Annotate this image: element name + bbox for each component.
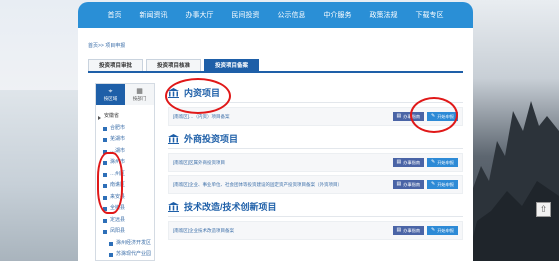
sidebar-item-fengyang[interactable]: 凤阳县 [96,226,154,238]
sidebar-item-dingyuan[interactable]: 定远县 [96,215,154,227]
project-row: [南谯区]企业、事业单位、社会团体等投资建设的固定资产投资项目备案（外资项目） … [168,175,463,194]
nav-service-hall[interactable]: 办事大厅 [186,10,214,20]
section-tech-title: 技术改造/技术创新项目 [184,202,277,212]
arrow-up-icon: ⇧ [539,204,548,214]
guide-icon: ▤ [396,159,402,165]
edit-icon: ✎ [431,227,436,233]
sidebar-item-hefei[interactable]: 合肥市 [96,123,154,135]
guide-button[interactable]: ▤ 办事指南 [392,158,425,167]
annotation-circle [165,78,231,114]
back-to-top-button[interactable]: ⇧ [536,202,551,217]
edit-icon: ✎ [431,159,436,165]
tab-approval[interactable]: 投资项目审批 [88,59,144,71]
start-application-button[interactable]: ✎ 开始申报 [427,158,458,167]
building-icon [168,133,179,144]
section-title: 外商投资项目 [168,129,463,149]
start-label: 开始申报 [437,160,454,165]
sidebar-item-dev-zone[interactable]: 滁州经济开发区 [96,238,154,250]
project-name[interactable]: [南谯区]企业技术改造项目备案 [173,227,363,234]
sidebar-item-anhui[interactable]: 安徽省 [96,111,154,123]
start-application-button[interactable]: ✎ 开始申报 [427,226,458,235]
by-department-label: 按部门 [132,95,147,101]
edit-icon: ✎ [431,181,436,187]
section-foreign-title: 外商投资项目 [184,134,239,144]
guide-button[interactable]: ▤ 办事指南 [392,180,425,189]
start-label: 开始申报 [437,182,454,187]
start-label: 开始申报 [437,228,454,233]
guide-icon: ▤ [396,113,402,119]
mountain-scenery [467,101,559,261]
by-region-button[interactable]: ⌖ 按区域 [96,84,125,105]
nav-home[interactable]: 首页 [108,10,122,20]
guide-icon: ▤ [396,181,402,187]
main-panel: 首页>> 项目申报 投资项目审批 投资项目核准 投资项目备案 ⌖ 按区域 ▦ 按… [78,28,473,261]
project-name[interactable]: [南谯区]企业、事业单位、社会团体等投资建设的固定资产投资项目备案（外资项目） [173,181,363,188]
map-pin-icon: ⌖ [108,87,113,95]
by-department-button[interactable]: ▦ 按部门 [125,84,154,105]
project-row: [南谯区]企业技术改造项目备案 ▤ 办事指南 ✎ 开始申报 [168,221,463,240]
guide-icon: ▤ [396,227,402,233]
nav-public-info[interactable]: 公示信息 [278,10,306,20]
sidebar-item-industrial-park[interactable]: 苏滁现代产业园 [96,249,154,261]
nav-downloads[interactable]: 下载专区 [416,10,444,20]
project-name[interactable]: [南谯区]区属外商投资项目 [173,159,363,166]
building-icon [168,201,179,212]
org-icon: ▦ [136,87,143,95]
nav-agency-service[interactable]: 中介服务 [324,10,352,20]
nav-policy[interactable]: 政策法规 [370,10,398,20]
tab-filing[interactable]: 投资项目备案 [204,59,260,71]
annotation-circle [410,97,458,133]
sidebar-item-wuhu[interactable]: 芜湖市 [96,134,154,146]
section-title: 技术改造/技术创新项目 [168,197,463,217]
nav-private-investment[interactable]: 民间投资 [232,10,260,20]
project-row: [南谯区]区属外商投资项目 ▤ 办事指南 ✎ 开始申报 [168,153,463,172]
project-name[interactable]: [南谯区]…（内资）项目备案 [173,113,363,120]
nav-news[interactable]: 新闻资讯 [140,10,168,20]
annotation-circle [97,152,123,214]
background-left [0,90,78,261]
start-application-button[interactable]: ✎ 开始申报 [427,180,458,189]
tab-verification[interactable]: 投资项目核准 [146,59,202,71]
tab-bar: 投资项目审批 投资项目核准 投资项目备案 [88,59,463,73]
by-region-label: 按区域 [103,95,118,101]
guide-button[interactable]: ▤ 办事指南 [392,226,425,235]
breadcrumb[interactable]: 首页>> 项目申报 [88,42,125,49]
guide-label: 办事指南 [403,228,421,233]
guide-label: 办事指南 [403,182,421,187]
guide-label: 办事指南 [403,160,421,165]
top-nav: 首页 新闻资讯 办事大厅 民间投资 公示信息 中介服务 政策法规 下载专区 [78,2,473,28]
